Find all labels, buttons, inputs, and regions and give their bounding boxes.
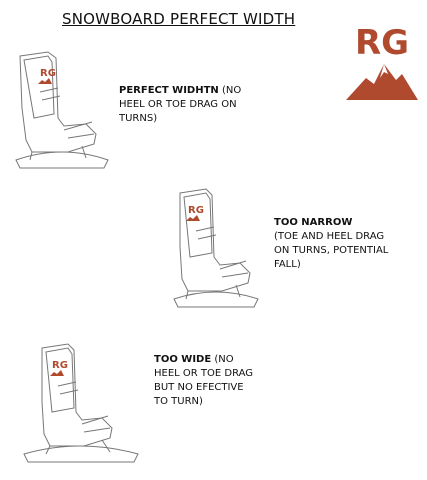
caption-heading: TOO NARROW [274, 217, 353, 228]
binding-badge-text: RG [188, 205, 204, 216]
caption-perfect-width: PERFECT WIDHTN (NO HEEL OR TOE DRAG ON T… [119, 84, 261, 126]
binding-badge-text: RG [52, 360, 68, 371]
logo-letters: RG [355, 23, 409, 63]
binding-badge-text: RG [40, 68, 56, 79]
binding-illustration-too-wide: RG [23, 343, 139, 463]
rg-mountain-logo: RG [346, 23, 418, 100]
caption-text: (TOE AND HEEL DRAG ON TURNS, POTENTIAL F… [274, 231, 389, 270]
caption-too-wide: TOO WIDE (NO HEEL OR TOE DRAG BUT NO EFE… [154, 353, 254, 409]
caption-heading: TOO WIDE [154, 354, 212, 365]
caption-heading: PERFECT WIDHTN [119, 85, 219, 96]
caption-too-narrow: TOO NARROW (TOE AND HEEL DRAG ON TURNS, P… [274, 216, 394, 272]
binding-illustration-too-narrow: RG [173, 188, 259, 308]
binding-illustration-perfect: RG [15, 51, 109, 169]
page-title: SNOWBOARD PERFECT WIDTH [62, 10, 296, 28]
